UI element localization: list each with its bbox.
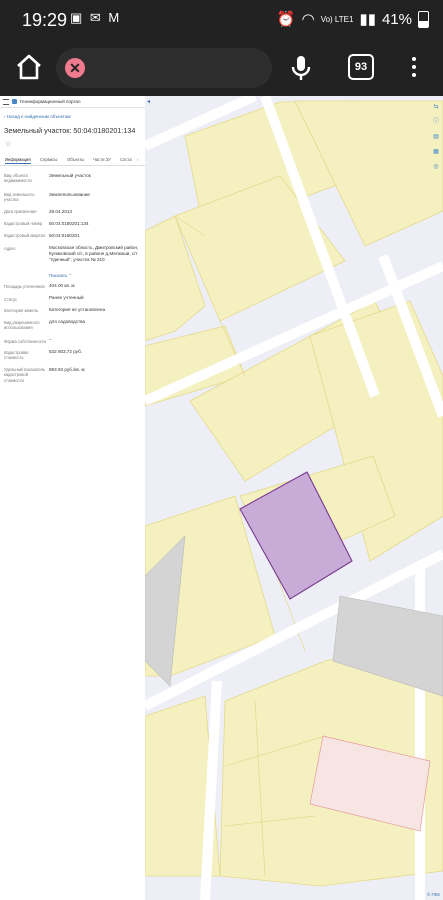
network-label: Vo) LTE1 xyxy=(320,14,354,24)
attr-value: 50:04:0180201:134 xyxy=(49,221,89,226)
navigation-icon[interactable]: ⇆ xyxy=(432,103,440,111)
layers-icon[interactable]: ▦ xyxy=(432,148,440,156)
collapse-panel-icon[interactable]: ◂ xyxy=(147,98,150,105)
attr-label: Вид разрешенного использования xyxy=(4,320,40,331)
attr-label: Кадастровый квартал xyxy=(4,233,46,238)
battery-icon xyxy=(418,10,429,28)
map-canvas[interactable] xyxy=(145,96,443,900)
close-icon[interactable]: ✕ xyxy=(65,58,85,78)
map-controls: ⇆ ⓘ ▤ ▦ ◎ xyxy=(430,96,442,171)
attr-label: Удельный показатель кадастровой стоимост… xyxy=(4,367,46,383)
hamburger-icon[interactable] xyxy=(3,98,9,105)
service-name: Геоинформационный портал xyxy=(20,99,81,104)
attr-value: Землепользование xyxy=(49,192,90,197)
tab-composition[interactable]: Соста xyxy=(120,157,132,162)
tab-switcher-button[interactable]: 93 xyxy=(348,54,374,80)
favorite-star-icon[interactable]: ☆ xyxy=(5,140,11,148)
tab-parts[interactable]: Части ЗУ xyxy=(93,157,111,162)
attr-value: 404.00 кв. м xyxy=(49,283,75,288)
battery-label: 41% xyxy=(381,10,412,28)
attr-label: Дата присвоения xyxy=(4,209,37,214)
attr-label: Площадь уточненная xyxy=(4,284,45,289)
page-title: Земельный участок: 50:04:0180201:134 xyxy=(4,126,136,135)
attr-value: для садоводства xyxy=(49,319,86,324)
info-icon[interactable]: ⓘ xyxy=(432,118,440,126)
attr-label: Статус xyxy=(4,297,17,302)
attr-label: Категория земель xyxy=(4,308,38,313)
attr-value: 532 803,72 руб. xyxy=(49,349,83,354)
status-right: ⏰ ◠ Vo) LTE1 ▮▮ 41% xyxy=(277,10,429,28)
print-icon[interactable]: ▤ xyxy=(432,133,440,141)
attr-label: Кадастровый номер xyxy=(4,221,43,226)
back-link[interactable]: ‹ Назад к найденным объектам xyxy=(4,114,71,119)
tab-info[interactable]: Информация xyxy=(5,157,31,164)
attr-value: Земельный участок xyxy=(49,173,91,178)
map-copyright: © ПКК xyxy=(426,892,440,897)
alarm-icon: ⏰ xyxy=(276,11,296,28)
attr-label: Вид земельного участка xyxy=(4,192,35,203)
attr-label: Адрес xyxy=(4,246,16,251)
microphone-icon[interactable] xyxy=(290,54,312,82)
more-menu-icon[interactable] xyxy=(407,54,421,82)
signal-icon: ▮▮ xyxy=(359,11,376,28)
status-bar: 19:29 ▣ ✉ M ⏰ ◠ Vo) LTE1 ▮▮ 41% xyxy=(0,0,443,40)
tab-objects[interactable]: Объекты xyxy=(67,157,84,162)
panel-header: Геоинформационный портал xyxy=(0,96,145,108)
attr-label: Форма собственности xyxy=(4,339,46,344)
attr-value: 28.04.2013 xyxy=(49,209,72,214)
wifi-icon: ◠ xyxy=(301,11,315,28)
info-panel: Геоинформационный портал ‹ Назад к найде… xyxy=(0,96,145,900)
attr-value: 883.93 руб./кв. м xyxy=(49,367,85,372)
home-icon[interactable] xyxy=(14,52,44,82)
tab-services[interactable]: Сервисы xyxy=(40,157,57,162)
notification-icons: ▣ ✉ M xyxy=(70,10,122,25)
settings-icon[interactable]: ◎ xyxy=(432,163,440,171)
attr-label: Кадастровая стоимость xyxy=(4,350,29,361)
show-more-link[interactable]: Показать ⌃ xyxy=(49,273,72,279)
attr-value: Категория не установлена xyxy=(49,307,106,312)
attr-label: Вид объекта недвижимости xyxy=(4,173,32,184)
attr-value: Московская область, Дмитровский район, К… xyxy=(49,245,139,262)
tabs-next-icon[interactable]: › xyxy=(137,157,138,162)
address-bar[interactable]: ✕ xyxy=(56,48,272,88)
status-time: 19:29 xyxy=(22,10,68,30)
attr-value: 50:04:0180201 xyxy=(49,233,80,238)
portal-logo xyxy=(12,99,17,104)
cadastral-map[interactable]: ◂ ⇆ ⓘ ▤ ▦ ◎ © ПКК xyxy=(145,96,443,900)
browser-toolbar: ✕ 93 xyxy=(0,40,443,96)
attr-value: – xyxy=(49,337,52,342)
attr-value: Ранее учтенный xyxy=(49,295,84,300)
panel-tabs: Информация Сервисы Объекты Части ЗУ Сост… xyxy=(0,156,145,166)
